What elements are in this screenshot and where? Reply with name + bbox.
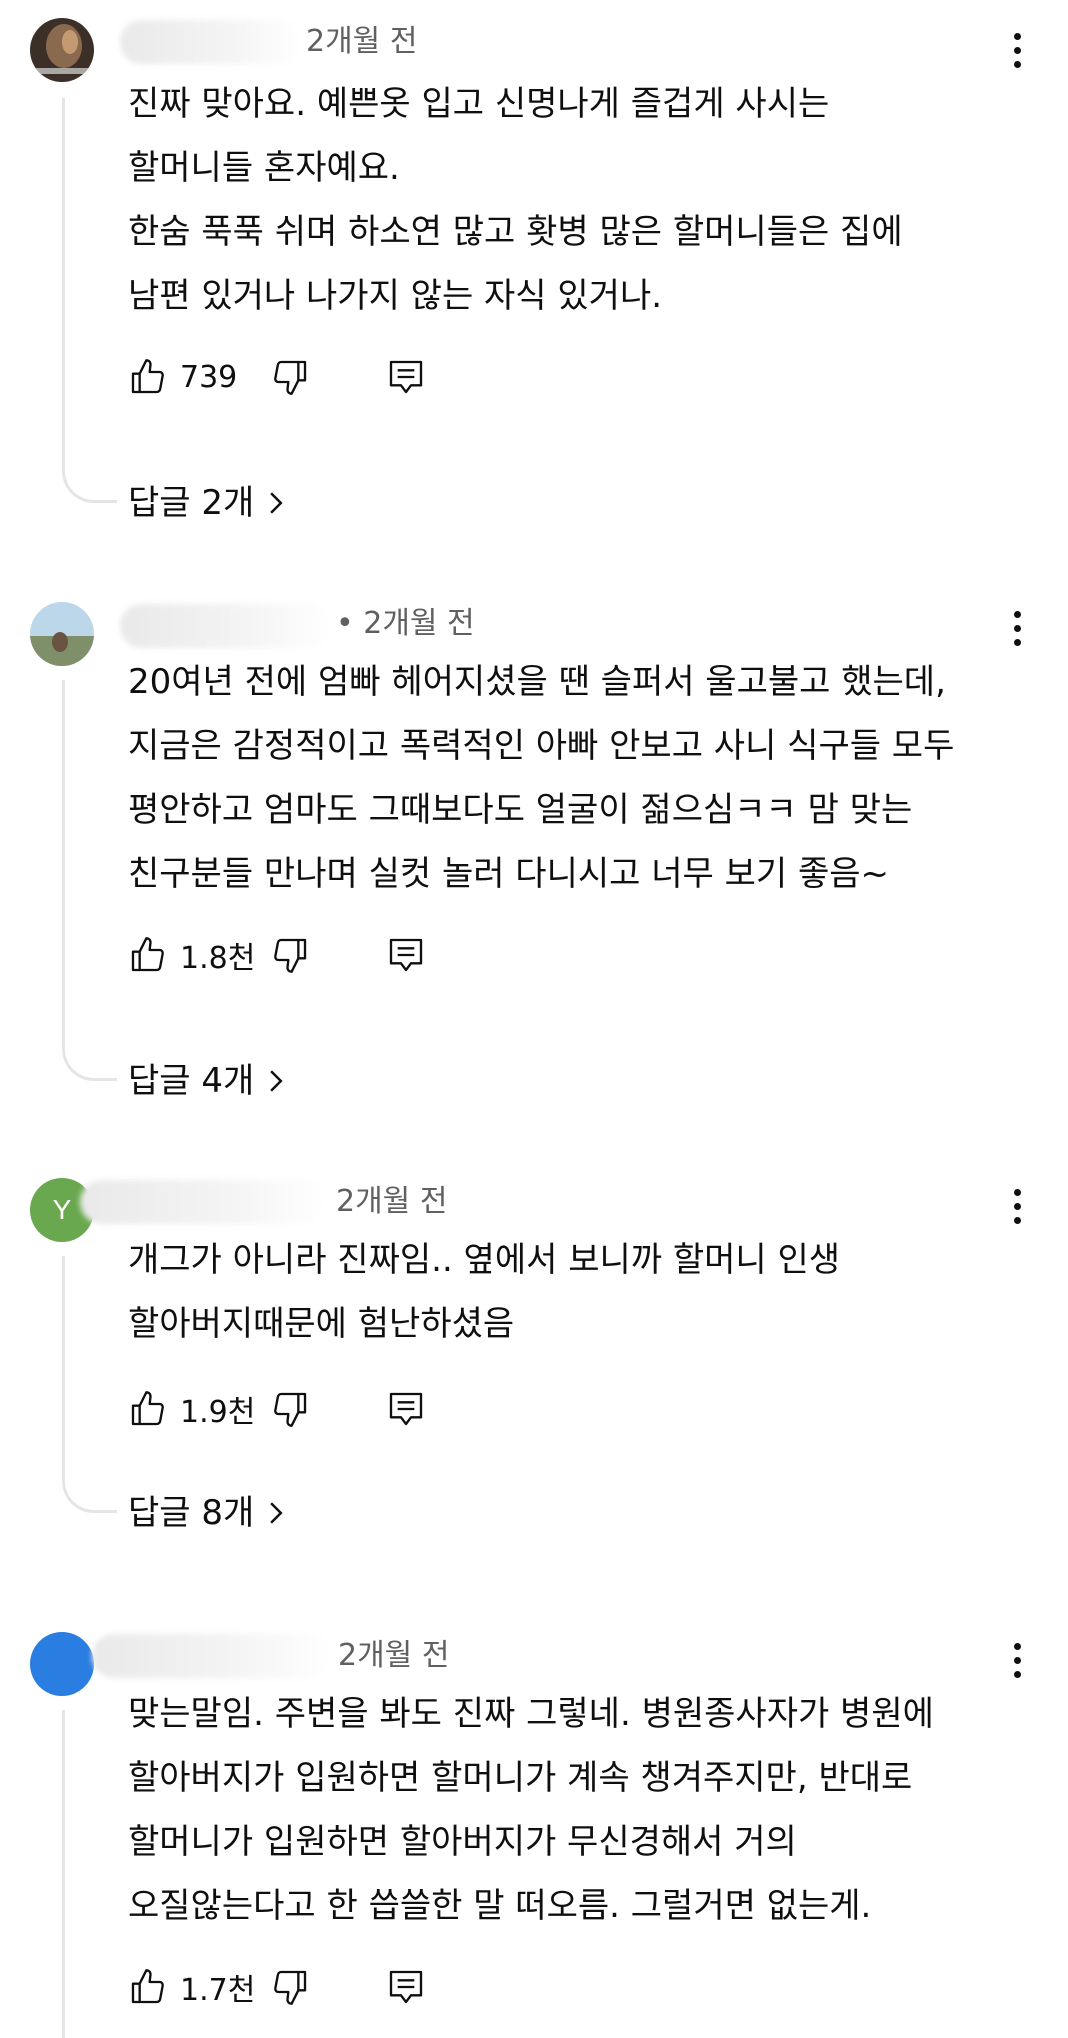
thumbs-down-icon[interactable] xyxy=(270,1967,310,2007)
comment-icon[interactable] xyxy=(386,935,426,975)
comment-actions: 739 xyxy=(128,354,426,400)
comment-text: 20여년 전에 엄빠 헤어지셨을 땐 슬퍼서 울고불고 했는데, 지금은 감정적… xyxy=(128,650,1028,906)
comment-time: 2개월 전 xyxy=(336,1184,448,1219)
comment-line: 20여년 전에 엄빠 헤어지셨을 땐 슬퍼서 울고불고 했는데, xyxy=(128,662,946,702)
author-name-redacted[interactable] xyxy=(92,1634,330,1678)
chevron-right-icon xyxy=(270,1070,283,1092)
more-vertical-icon xyxy=(1013,1188,1021,1196)
comment-time: 2개월 전 xyxy=(338,1638,450,1673)
thread-line xyxy=(62,1256,117,1513)
like-count: 1.7천 xyxy=(180,1973,256,2008)
comment-line: 진짜 맞아요. 예쁜옷 입고 신명나게 즐겁게 사시는 xyxy=(128,84,830,124)
view-replies-button[interactable]: 답글 2개 xyxy=(128,480,286,526)
chevron-right-icon xyxy=(270,1502,283,1524)
author-name-redacted[interactable] xyxy=(80,1180,326,1224)
thumbs-up-icon[interactable] xyxy=(128,357,168,397)
avatar[interactable] xyxy=(30,1632,94,1696)
comment-text: 개그가 아니라 진짜임.. 옆에서 보니까 할머니 인생 할아버지때문에 험난하… xyxy=(128,1228,1028,1356)
replies-label: 답글 8개 xyxy=(128,1493,255,1533)
comment-actions: 1.7천 xyxy=(128,1964,426,2010)
thumbs-down-icon[interactable] xyxy=(270,357,310,397)
more-vertical-icon xyxy=(1013,32,1021,40)
like-count: 739 xyxy=(180,359,238,395)
author-name-redacted[interactable] xyxy=(120,20,302,64)
comment-icon[interactable] xyxy=(386,357,426,397)
like-count: 1.8천 xyxy=(180,941,256,976)
thread-line xyxy=(62,680,117,1081)
replies-label: 답글 2개 xyxy=(128,483,255,523)
comment-line: 개그가 아니라 진짜임.. 옆에서 보니까 할머니 인생 xyxy=(128,1240,841,1280)
view-replies-button[interactable]: 답글 8개 xyxy=(128,1490,286,1536)
view-replies-button[interactable]: 답글 4개 xyxy=(128,1058,286,1104)
avatar[interactable] xyxy=(30,602,94,666)
comment-line: 친구분들 만나며 실컷 놀러 다니시고 너무 보기 좋음~ xyxy=(128,854,890,894)
comment-actions: 1.8천 xyxy=(128,932,426,978)
comment-line: 할아버지때문에 험난하셨음 xyxy=(128,1304,515,1344)
avatar-letter: Y xyxy=(52,1194,72,1225)
thumbs-up-icon[interactable] xyxy=(128,1389,168,1429)
more-options-button[interactable] xyxy=(1000,1184,1034,1228)
more-vertical-icon xyxy=(1013,610,1021,618)
comment-line: 지금은 감정적이고 폭력적인 아빠 안보고 사니 식구들 모두 xyxy=(128,726,955,766)
chevron-right-icon xyxy=(270,492,283,514)
comment-line: 할아버지가 입원하면 할머니가 계속 챙겨주지만, 반대로 xyxy=(128,1758,913,1798)
comment-line: 오질않는다고 한 씁쓸한 말 떠오름. 그럴거면 없는게. xyxy=(128,1886,872,1926)
comment-text: 맞는말임. 주변을 봐도 진짜 그렇네. 병원종사자가 병원에 할아버지가 입원… xyxy=(128,1682,1028,1938)
author-name-redacted[interactable] xyxy=(120,604,332,648)
more-options-button[interactable] xyxy=(1000,1638,1034,1682)
more-options-button[interactable] xyxy=(1000,606,1034,650)
comment-line: 한숨 푹푹 쉬며 하소연 많고 홧병 많은 할머니들은 집에 xyxy=(128,212,903,252)
thumbs-down-icon[interactable] xyxy=(270,1389,310,1429)
thread-line xyxy=(62,1710,65,2038)
like-count: 1.9천 xyxy=(180,1395,256,1430)
replies-label: 답글 4개 xyxy=(128,1061,255,1101)
comment-icon[interactable] xyxy=(386,1389,426,1429)
comment-text: 진짜 맞아요. 예쁜옷 입고 신명나게 즐겁게 사시는 할머니들 혼자예요. 한… xyxy=(128,72,1028,328)
comment-line: 할머니가 입원하면 할아버지가 무신경해서 거의 xyxy=(128,1822,797,1862)
thumbs-down-icon[interactable] xyxy=(270,935,310,975)
comment-line: 할머니들 혼자예요. xyxy=(128,148,400,188)
comment-actions: 1.9천 xyxy=(128,1386,426,1432)
thread-line xyxy=(62,98,117,503)
thumbs-up-icon[interactable] xyxy=(128,1967,168,2007)
thumbs-up-icon[interactable] xyxy=(128,935,168,975)
more-options-button[interactable] xyxy=(1000,28,1034,72)
comment-time: 2개월 전 xyxy=(306,24,418,59)
avatar[interactable] xyxy=(30,18,94,82)
more-vertical-icon xyxy=(1013,1642,1021,1650)
comment-icon[interactable] xyxy=(386,1967,426,2007)
comment-line: 남편 있거나 나가지 않는 자식 있거나. xyxy=(128,276,663,316)
comment-time: • 2개월 전 xyxy=(336,606,475,641)
comment-line: 평안하고 엄마도 그때보다도 얼굴이 젊으심ㅋㅋ 맘 맞는 xyxy=(128,790,913,830)
comment-line: 맞는말임. 주변을 봐도 진짜 그렇네. 병원종사자가 병원에 xyxy=(128,1694,934,1734)
